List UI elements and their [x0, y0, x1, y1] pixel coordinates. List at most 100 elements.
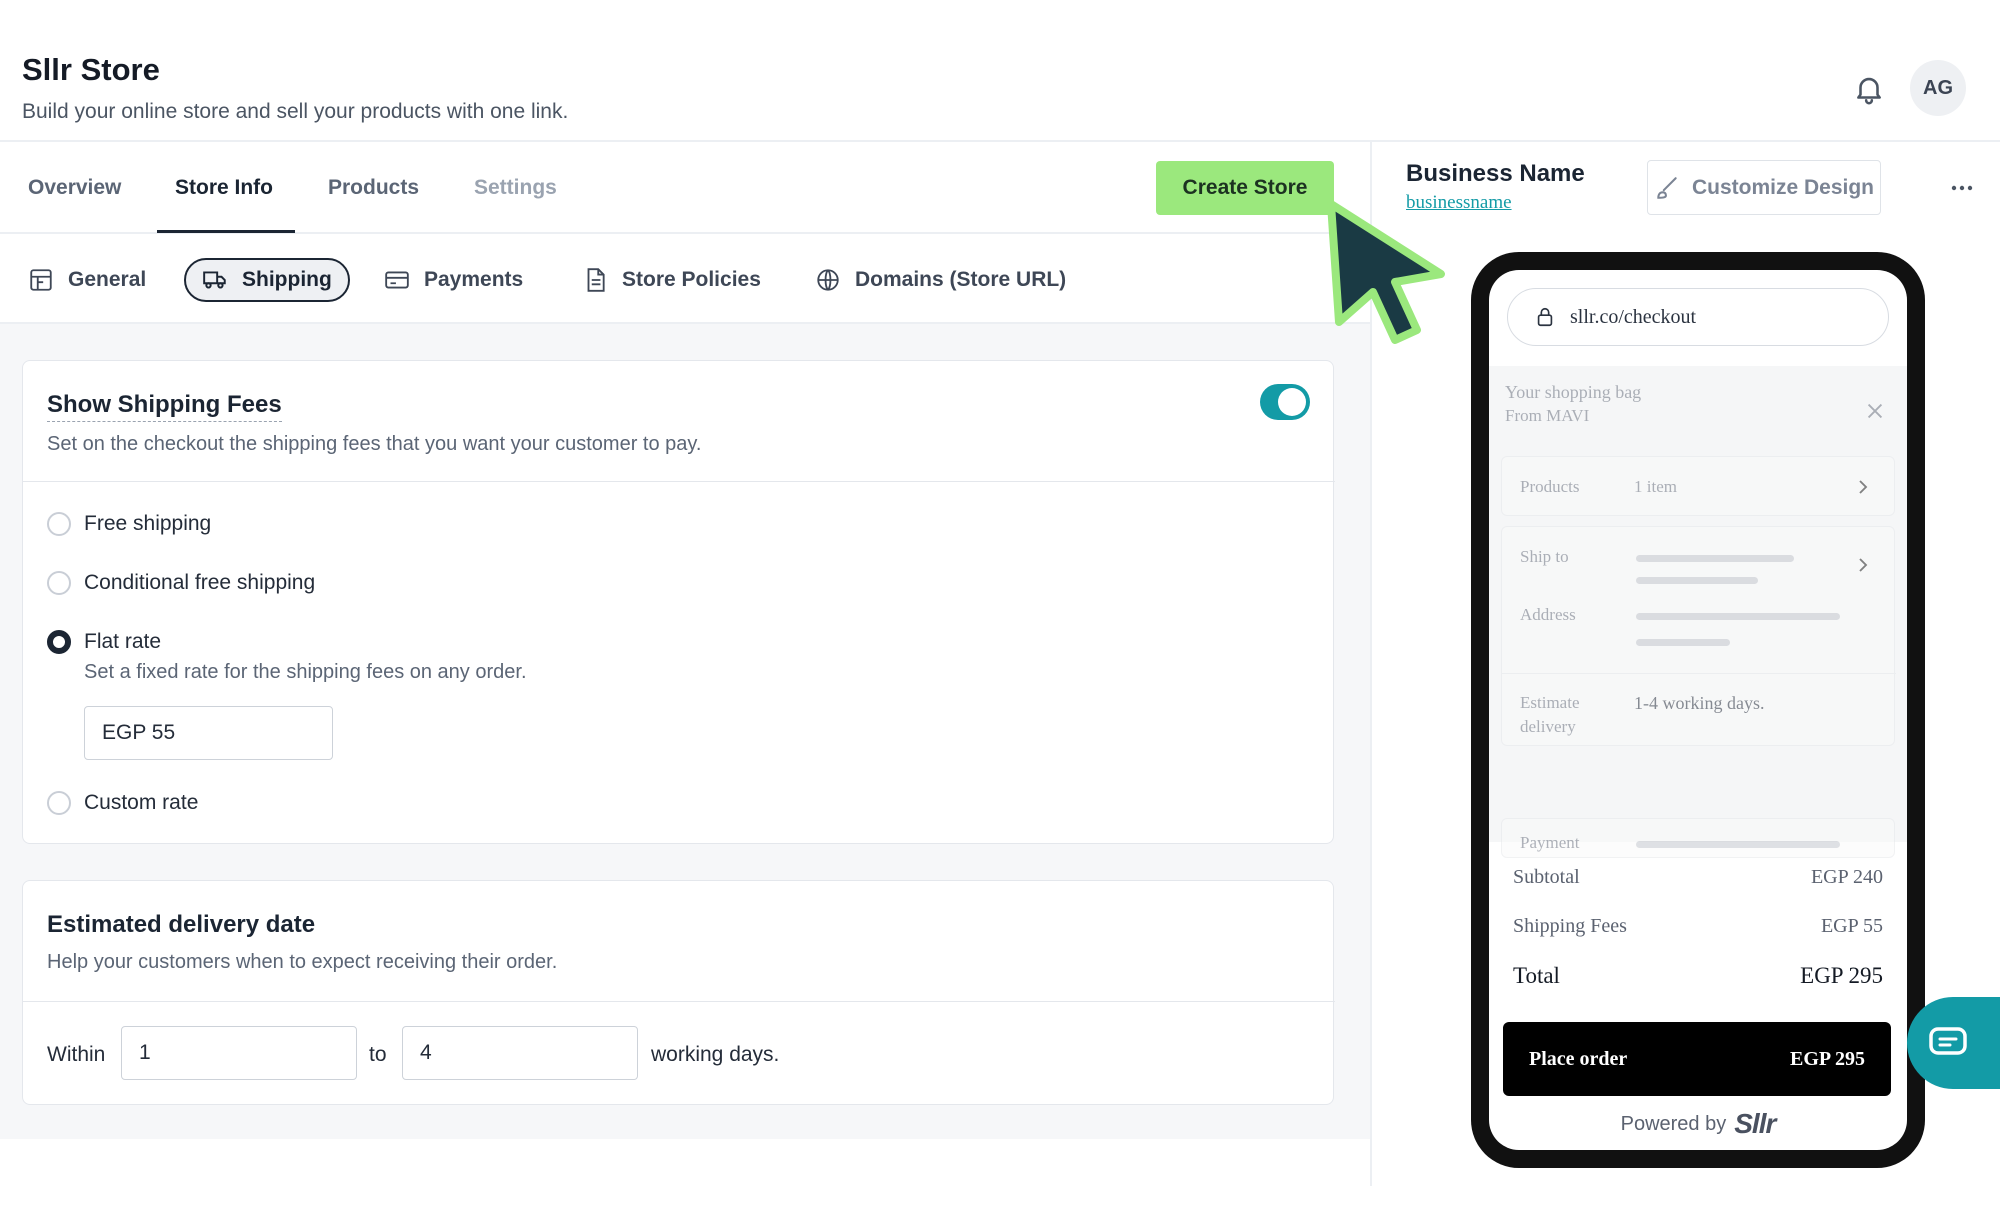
working-days-label: working days.: [651, 1043, 780, 1066]
brush-icon: [1657, 176, 1677, 199]
place-order-button[interactable]: Place order EGP 295: [1503, 1022, 1891, 1096]
document-icon: [587, 268, 605, 292]
divider: [23, 481, 1335, 482]
page-header: Sllr Store Build your online store and s…: [0, 0, 2000, 142]
url-bar: sllr.co/checkout: [1507, 288, 1889, 346]
estimate-value: 1-4 working days.: [1634, 693, 1765, 713]
payment-row: Payment: [1501, 818, 1895, 858]
page-subtitle: Build your online store and sell your pr…: [22, 100, 569, 123]
total-value: EGP 295: [1800, 963, 1883, 988]
checkout-details: Your shopping bag From MAVI Products 1 i…: [1489, 366, 1907, 858]
radio-custom-rate-label: Custom rate: [84, 791, 199, 814]
placeholder-bar: [1636, 841, 1840, 848]
subtab-store-policies[interactable]: Store Policies: [582, 258, 761, 302]
products-value: 1 item: [1634, 477, 1677, 496]
delivery-to-input[interactable]: 4: [402, 1026, 638, 1080]
subtotal-label: Subtotal: [1513, 866, 1580, 888]
radio-free-shipping-label: Free shipping: [84, 512, 212, 535]
store-icon: [30, 269, 52, 291]
close-icon: [1867, 403, 1883, 419]
shipping-subtabs: General Shipping Payments Store Policies…: [0, 234, 1370, 324]
chat-icon: [1929, 1027, 1967, 1055]
products-label: Products: [1520, 477, 1580, 496]
address-label: Address: [1520, 605, 1576, 624]
estimated-delivery-card: Estimated delivery date Help your custom…: [22, 880, 1335, 1105]
delivery-description: Help your customers when to expect recei…: [47, 951, 558, 973]
estimate-label: Estimate: [1520, 693, 1580, 712]
subtab-domains[interactable]: Domains (Store URL): [815, 258, 1066, 302]
bag-from: From MAVI: [1505, 406, 1590, 425]
within-label: Within: [47, 1043, 106, 1066]
radio-flat-rate[interactable]: [47, 630, 71, 654]
subtab-shipping-label: Shipping: [242, 268, 332, 291]
page-title: Sllr Store: [22, 52, 160, 87]
tab-products[interactable]: Products: [328, 176, 419, 200]
more-icon[interactable]: [1950, 176, 1974, 200]
powered-by-label: Powered by: [1620, 1112, 1727, 1135]
sllr-logo: Sllr: [1734, 1108, 1776, 1139]
tab-overview[interactable]: Overview: [28, 176, 121, 200]
place-order-value: EGP 295: [1789, 1047, 1865, 1070]
customize-design-button[interactable]: Customize Design: [1647, 160, 1881, 215]
chat-button[interactable]: [1907, 997, 2000, 1089]
subtab-payments[interactable]: Payments: [384, 258, 523, 302]
radio-conditional-free-shipping-label: Conditional free shipping: [84, 571, 316, 594]
placeholder-bar: [1636, 639, 1730, 646]
radio-conditional-free-shipping[interactable]: [47, 571, 71, 595]
flat-rate-input[interactable]: EGP 55: [84, 706, 333, 760]
place-order-label: Place order: [1529, 1047, 1628, 1070]
shipping-fees-card: Show Shipping Fees Set on the checkout t…: [22, 360, 1335, 844]
bell-icon[interactable]: [1852, 72, 1886, 106]
to-label: to: [369, 1043, 387, 1066]
tab-store-info[interactable]: Store Info: [175, 176, 273, 200]
tab-settings[interactable]: Settings: [474, 176, 557, 200]
lock-icon: [1537, 307, 1553, 327]
placeholder-bar: [1636, 577, 1758, 584]
ship-to-label: Ship to: [1520, 547, 1569, 566]
products-row: Products 1 item: [1501, 456, 1895, 516]
shipping-fees-title: Show Shipping Fees: [47, 391, 282, 422]
subtab-payments-label: Payments: [424, 268, 524, 291]
subtab-domains-label: Domains (Store URL): [855, 268, 1067, 291]
subtab-store-policies-label: Store Policies: [622, 268, 761, 291]
placeholder-bar: [1636, 613, 1840, 620]
delivery-title: Estimated delivery date: [47, 911, 316, 938]
url-text: sllr.co/checkout: [1570, 305, 1697, 328]
checkout-preview: sllr.co/checkout Your shopping bag From …: [1489, 270, 1907, 1150]
customize-design-label: Customize Design: [1691, 175, 1875, 199]
shipping-fees-description: Set on the checkout the shipping fees th…: [47, 433, 702, 455]
create-store-button[interactable]: Create Store: [1156, 161, 1334, 215]
delivery-from-input[interactable]: 1: [121, 1026, 357, 1080]
business-name: Business Name: [1406, 160, 1585, 187]
flat-rate-description: Set a fixed rate for the shipping fees o…: [84, 661, 527, 683]
subtab-general-label: General: [68, 268, 147, 291]
truck-icon: [203, 271, 226, 289]
placeholder-bar: [1636, 555, 1794, 562]
powered-by: Powered by Sllr: [1489, 1108, 1907, 1140]
chevron-right-icon: [1859, 558, 1868, 572]
avatar[interactable]: AG: [1910, 60, 1966, 116]
shipping-fees-value: EGP 55: [1820, 915, 1883, 937]
subtab-general[interactable]: General: [28, 258, 146, 302]
checkout-details-content: Your shopping bag From MAVI Products 1 i…: [1489, 366, 1907, 858]
subtotal-row: Subtotal EGP 240: [1513, 866, 1883, 889]
show-shipping-fees-toggle[interactable]: [1260, 384, 1310, 420]
payment-label: Payment: [1520, 833, 1580, 852]
globe-icon: [817, 269, 839, 291]
subtotal-value: EGP 240: [1810, 866, 1883, 888]
radio-free-shipping[interactable]: [47, 512, 71, 536]
credit-card-icon: [385, 271, 409, 289]
delivery-label: delivery: [1520, 717, 1576, 736]
cursor-pointer-icon: [1327, 200, 1445, 344]
divider: [23, 1001, 1335, 1002]
radio-flat-rate-label: Flat rate: [84, 630, 162, 653]
shipping-info-row: Ship to Address Estimate delivery 1-4 wo…: [1501, 526, 1896, 746]
divider: [1502, 673, 1896, 674]
radio-custom-rate[interactable]: [47, 791, 71, 815]
active-tab-indicator: [157, 230, 295, 233]
bag-title: Your shopping bag: [1505, 382, 1642, 402]
subtab-shipping[interactable]: Shipping: [184, 258, 350, 302]
chevron-right-icon: [1859, 480, 1868, 494]
total-row: Total EGP 295: [1513, 963, 1883, 989]
shipping-fees-row: Shipping Fees EGP 55: [1513, 915, 1883, 938]
